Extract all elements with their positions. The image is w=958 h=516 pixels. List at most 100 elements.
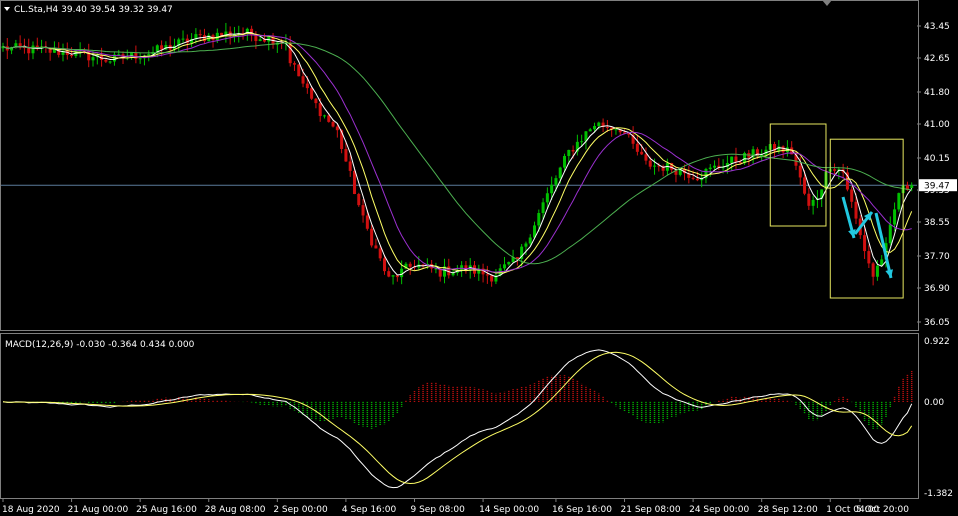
candle-body bbox=[811, 199, 815, 206]
candle-body bbox=[571, 149, 575, 152]
candle-body bbox=[400, 268, 404, 278]
candle-body bbox=[382, 258, 386, 272]
candle-body bbox=[160, 45, 164, 50]
time-tick-label: 28 Sep 12:00 bbox=[758, 505, 818, 515]
candle-body bbox=[361, 205, 365, 216]
price-tick-label: 42.65 bbox=[924, 54, 950, 64]
candle-body bbox=[734, 156, 738, 163]
candle-body bbox=[605, 126, 609, 128]
candle-body bbox=[305, 83, 309, 89]
price-tick-label: 38.55 bbox=[924, 218, 950, 228]
candle-body bbox=[348, 161, 352, 171]
time-tick-label: 16 Sep 16:00 bbox=[552, 505, 612, 515]
candle-body bbox=[558, 167, 562, 179]
candle-body bbox=[653, 165, 657, 167]
current-price-label: 39.47 bbox=[924, 182, 950, 192]
candle-body bbox=[91, 57, 95, 61]
candle-body bbox=[314, 98, 318, 104]
candle-body bbox=[541, 202, 545, 214]
candle-body bbox=[910, 185, 914, 188]
candle-body bbox=[863, 235, 867, 252]
macd-tick-label: 0.922 bbox=[924, 337, 950, 347]
time-tick-label: 2 Sep 00:00 bbox=[273, 505, 328, 515]
candle-body bbox=[198, 34, 202, 36]
candle-body bbox=[850, 189, 854, 202]
candle-body bbox=[537, 213, 541, 226]
candle-body bbox=[70, 54, 74, 57]
candle-body bbox=[854, 201, 858, 219]
macd-header: MACD(12,26,9) -0.030 -0.364 0.434 0.000 bbox=[5, 340, 195, 350]
macd-tick-label: -1.382 bbox=[924, 489, 953, 499]
candle-body bbox=[897, 193, 901, 210]
candle-body bbox=[335, 126, 339, 131]
time-tick-label: 25 Aug 16:00 bbox=[136, 505, 197, 515]
candle-body bbox=[524, 243, 528, 247]
candle-body bbox=[644, 154, 648, 161]
candle-body bbox=[738, 162, 742, 164]
candle-body bbox=[867, 251, 871, 264]
candle-body bbox=[554, 178, 558, 185]
candle-body bbox=[614, 129, 618, 131]
candle-body bbox=[871, 263, 875, 277]
time-tick-label: 18 Aug 2020 bbox=[2, 505, 60, 515]
candle-body bbox=[567, 149, 571, 156]
candle-body bbox=[301, 76, 305, 84]
candle-body bbox=[391, 275, 395, 277]
candle-body bbox=[695, 178, 699, 181]
candle-body bbox=[395, 275, 399, 278]
candle-body bbox=[220, 32, 224, 36]
candle-body bbox=[365, 215, 369, 229]
candle-body bbox=[408, 263, 412, 267]
price-tick-label: 36.90 bbox=[924, 284, 950, 294]
candle-body bbox=[807, 193, 811, 206]
candle-body bbox=[378, 248, 382, 259]
candle-body bbox=[833, 169, 837, 171]
candle-body bbox=[713, 165, 717, 168]
candle-body bbox=[781, 146, 785, 153]
time-tick-label: 14 Sep 00:00 bbox=[479, 505, 539, 515]
candle-body bbox=[310, 88, 314, 99]
candle-body bbox=[503, 264, 507, 269]
chart-background bbox=[0, 0, 958, 516]
candle-body bbox=[374, 245, 378, 249]
candle-body bbox=[297, 64, 301, 77]
time-tick-label: 28 Aug 08:00 bbox=[205, 505, 266, 515]
candle-body bbox=[597, 122, 601, 127]
candle-body bbox=[117, 54, 121, 56]
time-tick-label: 21 Aug 00:00 bbox=[68, 505, 129, 515]
candle-body bbox=[108, 61, 112, 63]
candle-body bbox=[528, 237, 532, 244]
candle-body bbox=[318, 103, 322, 117]
candle-body bbox=[104, 59, 108, 62]
candle-body bbox=[485, 274, 489, 276]
candle-body bbox=[130, 52, 134, 58]
candle-body bbox=[640, 151, 644, 155]
candle-body bbox=[635, 143, 639, 152]
candle-body bbox=[580, 141, 584, 143]
candle-body bbox=[352, 170, 356, 195]
candle-body bbox=[798, 165, 802, 178]
candle-body bbox=[254, 35, 258, 41]
candle-body bbox=[344, 148, 348, 162]
candle-body bbox=[181, 38, 185, 40]
candle-body bbox=[875, 265, 879, 277]
candle-body bbox=[138, 58, 142, 60]
candle-body bbox=[370, 228, 374, 246]
candle-body bbox=[550, 184, 554, 194]
candle-body bbox=[288, 42, 292, 64]
time-tick-label: 21 Sep 08:00 bbox=[621, 505, 681, 515]
time-tick-label: 4 Sep 16:00 bbox=[342, 505, 397, 515]
candle-body bbox=[545, 193, 549, 203]
price-tick-label: 43.45 bbox=[924, 22, 950, 32]
chart-canvas: 43.4542.6541.8041.0040.1539.3538.5537.70… bbox=[0, 0, 958, 516]
candle-body bbox=[507, 262, 511, 265]
time-tick-label: 5 Oct 20:00 bbox=[856, 505, 909, 515]
candle-body bbox=[593, 126, 597, 130]
time-tick-label: 24 Sep 00:00 bbox=[689, 505, 749, 515]
candle-body bbox=[327, 115, 331, 122]
price-tick-label: 41.80 bbox=[924, 88, 950, 98]
candle-body bbox=[322, 115, 326, 117]
candle-body bbox=[147, 54, 151, 56]
candle-body bbox=[258, 39, 262, 41]
candle-body bbox=[648, 160, 652, 167]
